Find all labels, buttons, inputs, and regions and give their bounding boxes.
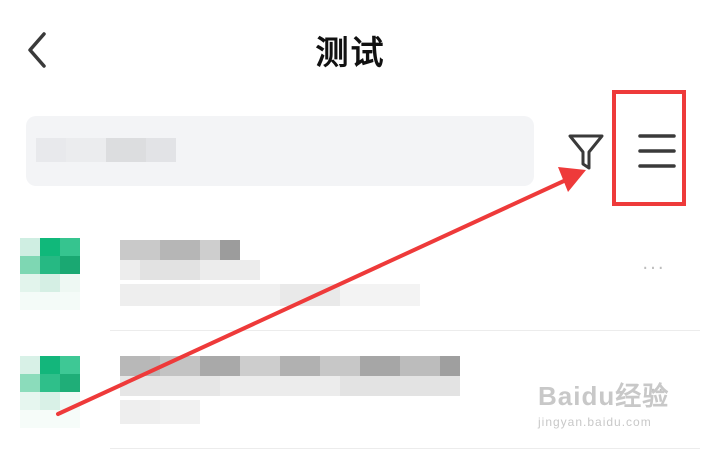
app-header: 测试 bbox=[0, 0, 701, 100]
baidu-watermark: Baidu经验 jingyan.baidu.com bbox=[538, 376, 698, 446]
list-item[interactable]: ··· bbox=[0, 226, 701, 338]
more-options-button[interactable]: ··· bbox=[636, 258, 672, 279]
list-divider bbox=[110, 448, 700, 449]
annotation-highlight-box bbox=[612, 90, 686, 206]
search-obscured-text bbox=[36, 136, 186, 162]
list-divider bbox=[110, 330, 700, 331]
file-name-obscured bbox=[100, 350, 480, 434]
watermark-sub: jingyan.baidu.com bbox=[538, 415, 652, 429]
file-icon bbox=[20, 238, 80, 310]
file-icon bbox=[20, 356, 80, 428]
search-bar[interactable] bbox=[26, 116, 534, 186]
file-name-obscured bbox=[100, 236, 480, 320]
filter-funnel-icon bbox=[568, 134, 604, 170]
watermark-main: Baidu经验 bbox=[538, 381, 670, 411]
page-title: 测试 bbox=[315, 33, 386, 72]
filter-button[interactable] bbox=[566, 130, 606, 174]
